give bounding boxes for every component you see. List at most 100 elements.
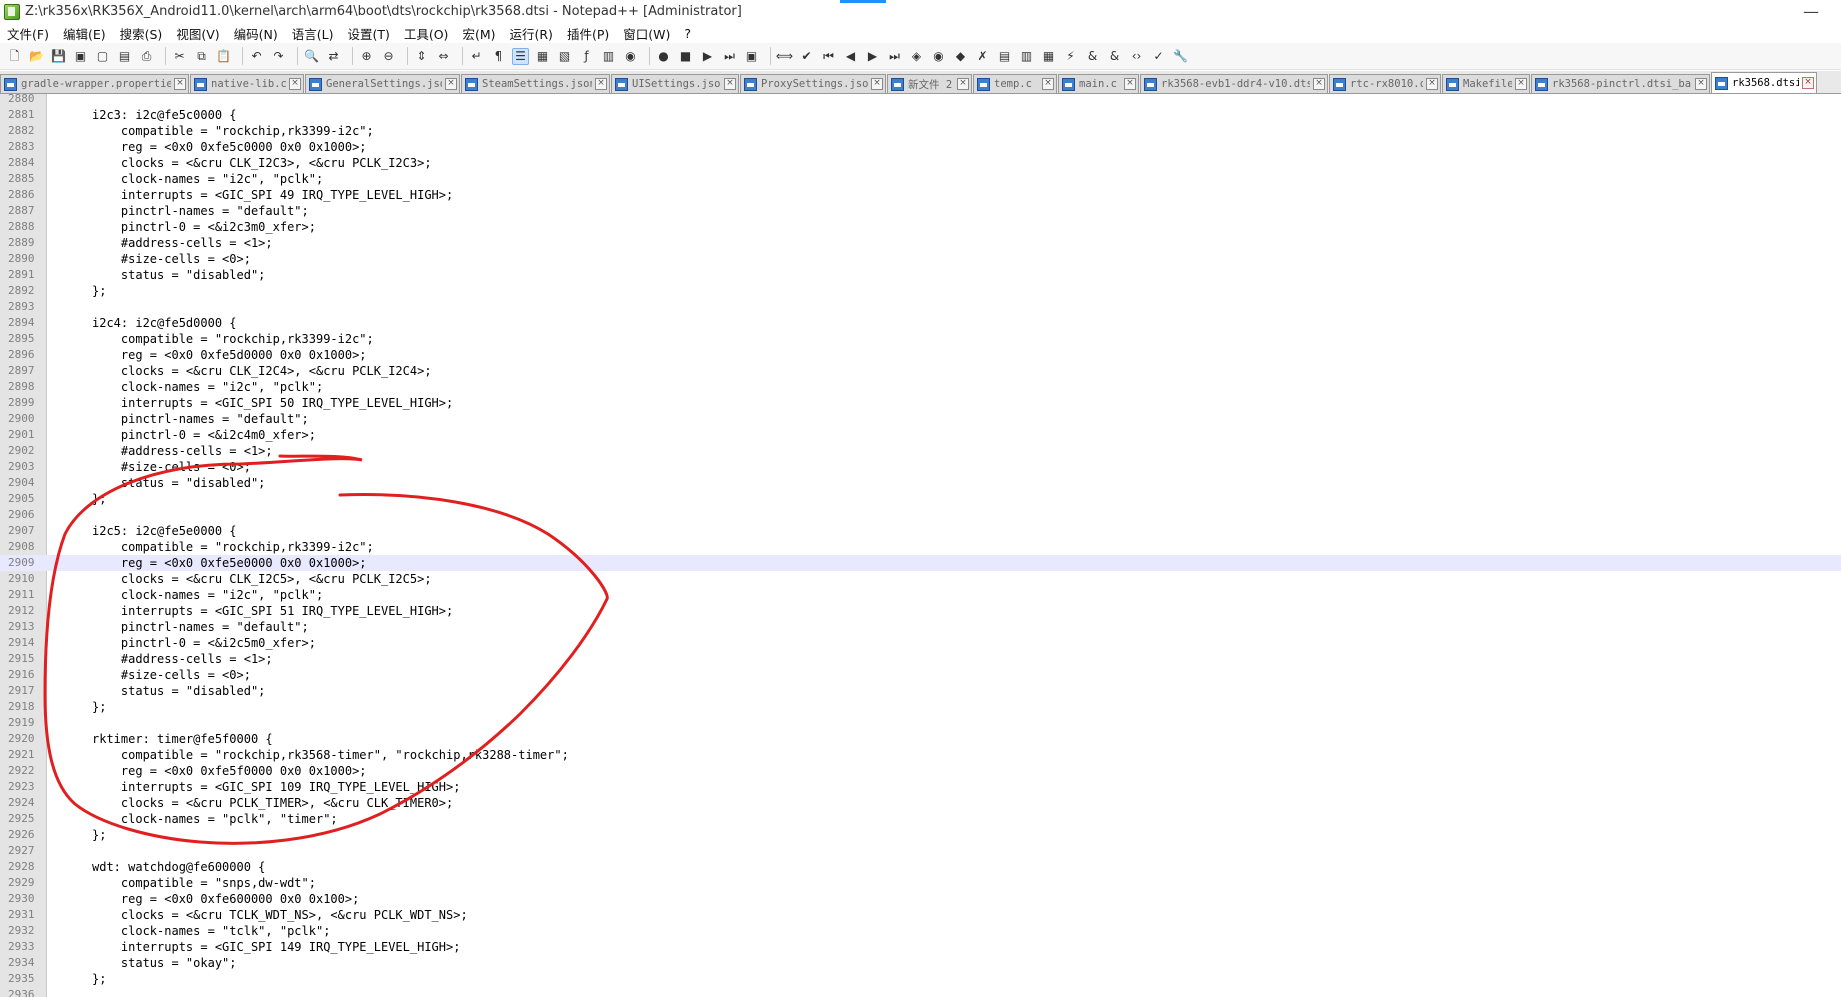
tab-12[interactable]: rk3568-pinctrl.dtsi_bak × [1531, 74, 1710, 93]
tool-icon[interactable]: 🔧 [1172, 48, 1189, 65]
doc-icon-2[interactable]: ▥ [1018, 48, 1035, 65]
code-line[interactable]: 2903 #size-cells = <0>; [0, 459, 1841, 475]
tag-icon[interactable]: ‹› [1128, 48, 1145, 65]
menu-item-12[interactable]: ? [677, 26, 698, 41]
code-line[interactable]: 2905}; [0, 491, 1841, 507]
code-line[interactable]: 2910 clocks = <&cru CLK_I2C5>, <&cru PCL… [0, 571, 1841, 587]
code-line[interactable]: 2896 reg = <0x0 0xfe5d0000 0x0 0x1000>; [0, 347, 1841, 363]
code-line[interactable]: 2909 reg = <0x0 0xfe5e0000 0x0 0x1000>; [0, 555, 1841, 571]
replace-icon[interactable]: ⇄ [325, 48, 342, 65]
code-line[interactable]: 2920 rktimer: timer@fe5f0000 { [0, 731, 1841, 747]
code-line[interactable]: 2884 clocks = <&cru CLK_I2C3>, <&cru PCL… [0, 155, 1841, 171]
ampersand-x-icon[interactable]: & [1106, 48, 1123, 65]
tab-5[interactable]: ProxySettings.json × [740, 74, 886, 93]
open-file-icon[interactable]: 📂 [28, 48, 45, 65]
code-line[interactable]: 2936 [0, 987, 1841, 997]
tab-10[interactable]: rtc-rx8010.c × [1329, 74, 1441, 93]
tab-7[interactable]: temp.c × [973, 74, 1057, 93]
code-line[interactable]: 2929 compatible = "snps,dw-wdt"; [0, 875, 1841, 891]
new-file-icon[interactable]: 🗋 [6, 48, 23, 65]
zoom-out-icon[interactable]: ⊖ [380, 48, 397, 65]
code-line[interactable]: 2907 i2c5: i2c@fe5e0000 { [0, 523, 1841, 539]
folder-workspace-icon[interactable]: ▥ [600, 48, 617, 65]
menu-item-3[interactable]: 视图(V) [169, 24, 226, 43]
copy-icon[interactable]: ⧉ [193, 48, 210, 65]
code-line[interactable]: 2919 [0, 715, 1841, 731]
code-line[interactable]: 2915 #address-cells = <1>; [0, 651, 1841, 667]
code-line[interactable]: 2917 status = "disabled"; [0, 683, 1841, 699]
code-line[interactable]: 2934 status = "okay"; [0, 955, 1841, 971]
code-line[interactable]: 2898 clock-names = "i2c", "pclk"; [0, 379, 1841, 395]
record-macro-icon[interactable]: ● [655, 48, 672, 65]
tab-2[interactable]: GeneralSettings.json × [305, 74, 460, 93]
undo-icon[interactable]: ↶ [248, 48, 265, 65]
code-line[interactable]: 2911 clock-names = "i2c", "pclk"; [0, 587, 1841, 603]
code-line[interactable]: 2894 i2c4: i2c@fe5d0000 { [0, 315, 1841, 331]
code-line[interactable]: 2900 pinctrl-names = "default"; [0, 411, 1841, 427]
code-line[interactable]: 2902 #address-cells = <1>; [0, 443, 1841, 459]
menu-item-2[interactable]: 搜索(S) [113, 24, 170, 43]
close-icon[interactable]: ▢ [94, 48, 111, 65]
doc-icon-1[interactable]: ▤ [996, 48, 1013, 65]
show-all-chars-icon[interactable]: ¶ [490, 48, 507, 65]
indent-guide-icon[interactable]: ☰ [512, 47, 529, 65]
menu-item-0[interactable]: 文件(F) [0, 24, 56, 43]
tag-x-icon[interactable]: ✓ [1150, 48, 1167, 65]
tab-6[interactable]: 新文件 2 × [887, 74, 972, 93]
code-line[interactable]: 2882 compatible = "rockchip,rk3399-i2c"; [0, 123, 1841, 139]
stop-macro-icon[interactable]: ■ [677, 48, 694, 65]
doc-icon-4[interactable]: ⚡ [1062, 48, 1079, 65]
tab-close-icon[interactable]: × [1426, 78, 1438, 90]
tab-1[interactable]: native-lib.cpp× [190, 74, 304, 93]
code-line[interactable]: 2925 clock-names = "pclk", "timer"; [0, 811, 1841, 827]
user-lang-icon[interactable]: ▦ [534, 48, 551, 65]
code-line[interactable]: 2890 #size-cells = <0>; [0, 251, 1841, 267]
tab-9[interactable]: rk3568-evb1-ddr4-v10.dtsi × [1140, 74, 1328, 93]
check-icon[interactable]: ✔ [798, 48, 815, 65]
tab-0[interactable]: gradle-wrapper.properties × [0, 74, 189, 93]
code-line[interactable]: 2889 #address-cells = <1>; [0, 235, 1841, 251]
nav-icon-3[interactable]: ◆ [952, 48, 969, 65]
tab-8[interactable]: main.c × [1058, 74, 1139, 93]
code-line[interactable]: 2886 interrupts = <GIC_SPI 49 IRQ_TYPE_L… [0, 187, 1841, 203]
code-line[interactable]: 2935}; [0, 971, 1841, 987]
last-diff-icon[interactable]: ⏭ [886, 48, 903, 65]
sync-horizontal-icon[interactable]: ⇔ [435, 48, 452, 65]
tab-close-icon[interactable]: × [289, 78, 301, 90]
menu-item-10[interactable]: 插件(P) [560, 24, 616, 43]
tab-3[interactable]: SteamSettings.json × [461, 74, 610, 93]
code-line[interactable]: 2901 pinctrl-0 = <&i2c4m0_xfer>; [0, 427, 1841, 443]
tab-close-icon[interactable]: × [595, 78, 607, 90]
cut-icon[interactable]: ✂ [171, 48, 188, 65]
code-line[interactable]: 2932 clock-names = "tclk", "pclk"; [0, 923, 1841, 939]
function-list-icon[interactable]: ƒ [578, 48, 595, 65]
find-icon[interactable]: 🔍 [303, 48, 320, 65]
tab-close-icon[interactable]: × [1802, 77, 1814, 89]
minimize-button[interactable]: — [1803, 2, 1819, 21]
menu-item-6[interactable]: 设置(T) [340, 24, 396, 43]
next-diff-icon[interactable]: ▶ [864, 48, 881, 65]
tab-close-icon[interactable]: × [1695, 78, 1707, 90]
sync-vertical-icon[interactable]: ⇕ [413, 48, 430, 65]
menu-item-9[interactable]: 运行(R) [502, 24, 559, 43]
code-line[interactable]: 2895 compatible = "rockchip,rk3399-i2c"; [0, 331, 1841, 347]
tab-close-icon[interactable]: × [1124, 78, 1136, 90]
nav-icon-1[interactable]: ◈ [908, 48, 925, 65]
code-line[interactable]: 2883 reg = <0x0 0xfe5c0000 0x0 0x1000>; [0, 139, 1841, 155]
save-icon[interactable]: 💾 [50, 48, 67, 65]
code-line[interactable]: 2906 [0, 507, 1841, 523]
code-line[interactable]: 2885 clock-names = "i2c", "pclk"; [0, 171, 1841, 187]
code-line[interactable]: 2912 interrupts = <GIC_SPI 51 IRQ_TYPE_L… [0, 603, 1841, 619]
code-line[interactable]: 2892}; [0, 283, 1841, 299]
code-line[interactable]: 2918}; [0, 699, 1841, 715]
code-line[interactable]: 2897 clocks = <&cru CLK_I2C4>, <&cru PCL… [0, 363, 1841, 379]
close-all-icon[interactable]: ▤ [116, 48, 133, 65]
play-macro-icon[interactable]: ▶ [699, 48, 716, 65]
doc-map-icon[interactable]: ▧ [556, 48, 573, 65]
print-icon[interactable]: ⎙ [138, 48, 155, 65]
monitor-icon[interactable]: ◉ [622, 48, 639, 65]
ampersand-icon[interactable]: & [1084, 48, 1101, 65]
code-line[interactable]: 2923 interrupts = <GIC_SPI 109 IRQ_TYPE_… [0, 779, 1841, 795]
doc-icon-3[interactable]: ▦ [1040, 48, 1057, 65]
tab-close-icon[interactable]: × [174, 78, 186, 90]
